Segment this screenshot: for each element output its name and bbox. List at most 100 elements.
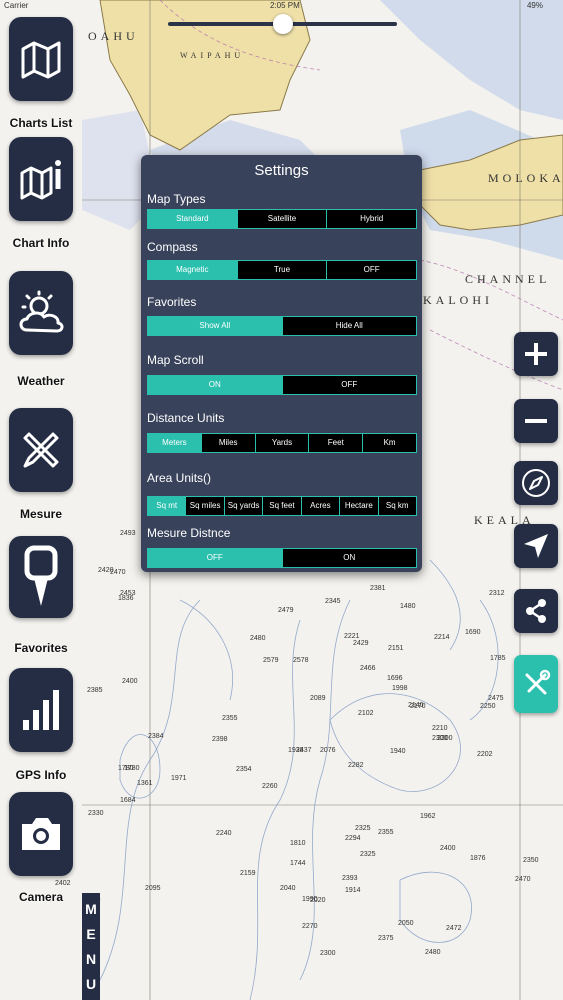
depth-sounding: 2493 <box>120 530 136 537</box>
segment-option[interactable]: ON <box>281 549 417 567</box>
depth-sounding: 1690 <box>465 629 481 636</box>
segmented-control: Sq mt Sq miles Sq yards Sq feet Acres Hectare… <box>147 496 417 516</box>
depth-sounding: 2393 <box>342 875 358 882</box>
menu-letter: E <box>86 926 96 943</box>
compass-button[interactable] <box>514 461 558 505</box>
segment-option[interactable]: Sq yards <box>223 497 262 515</box>
depth-sounding: 2480 <box>425 949 441 956</box>
depth-sounding: 2579 <box>263 657 279 664</box>
depth-sounding: 2350 <box>523 857 539 864</box>
depth-sounding: 2466 <box>360 665 376 672</box>
segment-option[interactable]: Km <box>362 434 416 452</box>
segment-option[interactable]: Yards <box>254 434 309 452</box>
depth-sounding: 2210 <box>432 725 448 732</box>
segment-option[interactable]: Sq feet <box>262 497 300 515</box>
depth-sounding: 2345 <box>325 598 341 605</box>
depth-sounding: 2202 <box>477 751 493 758</box>
segment-option[interactable]: Miles <box>200 434 255 452</box>
segment-option[interactable]: ON <box>148 376 282 394</box>
zoom-out-icon <box>525 419 547 423</box>
segment-option[interactable]: Feet <box>308 434 362 452</box>
segment-option[interactable]: Magnetic <box>148 261 237 279</box>
favorites-tile[interactable] <box>9 536 73 618</box>
depth-sounding: 2479 <box>278 607 294 614</box>
depth-sounding: 2140 <box>408 702 424 709</box>
depth-sounding: 2398 <box>212 736 228 743</box>
zoom-out-button[interactable] <box>514 399 558 443</box>
locate-button[interactable] <box>514 524 558 568</box>
depth-sounding: 2400 <box>122 678 138 685</box>
depth-sounding: 2475 <box>488 695 504 702</box>
depth-sounding: 2420 <box>98 567 114 574</box>
segment-option[interactable]: Show All <box>148 317 282 335</box>
depth-sounding: 1971 <box>171 775 187 782</box>
depth-sounding: 2325 <box>360 851 376 858</box>
depth-sounding: 2355 <box>222 715 238 722</box>
depth-sounding: 1998 <box>392 685 408 692</box>
sidebar-item-label: Favorites <box>14 641 68 655</box>
chart-info-tile[interactable] <box>9 137 73 221</box>
depth-sounding: 1785 <box>490 655 506 662</box>
gps-info-tile[interactable] <box>9 668 73 752</box>
segment-option[interactable]: OFF <box>326 261 416 279</box>
segment-option[interactable]: True <box>236 261 327 279</box>
segmented-control: Meters Miles Yards Feet Km <box>147 433 417 453</box>
segment-option[interactable]: Sq miles <box>185 497 223 515</box>
segment-option[interactable]: Hybrid <box>326 210 416 228</box>
compass-icon <box>522 469 550 497</box>
tools-settings-button[interactable] <box>514 655 558 713</box>
segment-option[interactable]: Sq mt <box>148 497 186 515</box>
depth-sounding: 2385 <box>87 687 103 694</box>
depth-sounding: 2325 <box>355 825 371 832</box>
depth-sounding: 2250 <box>480 703 496 710</box>
depth-sounding: 2300 <box>320 950 336 957</box>
signal-bars-icon <box>23 690 59 730</box>
segment-option[interactable]: OFF <box>148 549 282 567</box>
depth-sounding: 2472 <box>446 925 462 932</box>
segmented-control: Standard Satellite Hybrid <box>147 209 417 229</box>
depth-sounding: 1810 <box>290 840 306 847</box>
segment-option[interactable]: Sq km <box>377 497 416 515</box>
segmented-control: Show All Hide All <box>147 316 417 336</box>
place-label: WAIPAHU <box>180 51 244 60</box>
depth-sounding: 1940 <box>390 748 406 755</box>
depth-sounding: 2089 <box>310 695 326 702</box>
depth-sounding: 1780 <box>124 765 140 772</box>
transparency-slider[interactable] <box>168 14 397 34</box>
share-button[interactable] <box>514 589 558 633</box>
menu-toggle-tab[interactable]: M E N U <box>82 893 100 1000</box>
weather-tile[interactable] <box>9 271 73 355</box>
depth-sounding: 2453 <box>120 590 136 597</box>
segment-option[interactable]: Meters <box>148 434 201 452</box>
settings-section-label: Map Types <box>147 192 206 206</box>
zoom-in-button[interactable] <box>514 332 558 376</box>
settings-section-label: Map Scroll <box>147 353 204 367</box>
depth-sounding: 1480 <box>400 603 416 610</box>
depth-sounding: 2312 <box>489 590 505 597</box>
sidebar-item-label: Camera <box>18 890 64 904</box>
map-info-icon <box>20 160 61 200</box>
share-icon <box>526 599 546 623</box>
camera-tile[interactable] <box>9 792 73 876</box>
depth-sounding: 2375 <box>378 935 394 942</box>
depth-sounding: 2437 <box>296 747 312 754</box>
charts-list-tile[interactable] <box>9 17 73 101</box>
depth-sounding: 2400 <box>440 845 456 852</box>
depth-sounding: 2260 <box>262 783 278 790</box>
place-label: MOLOKAI <box>488 171 563 185</box>
mesure-tile[interactable] <box>9 408 73 492</box>
left-sidebar: Charts List Chart Info Weather Mesure Fa… <box>0 0 82 1000</box>
segment-option[interactable]: Satellite <box>236 210 327 228</box>
depth-sounding: 2240 <box>216 830 232 837</box>
segment-option[interactable]: OFF <box>281 376 417 394</box>
depth-sounding: 1696 <box>387 675 403 682</box>
depth-sounding: 2050 <box>398 920 414 927</box>
segment-option[interactable]: Hide All <box>281 317 417 335</box>
tools-icon <box>525 669 551 695</box>
settings-section-label: Area Units() <box>147 471 212 485</box>
slider-thumb[interactable] <box>273 14 293 34</box>
segment-option[interactable]: Standard <box>148 210 237 228</box>
segment-option[interactable]: Acres <box>300 497 339 515</box>
segment-option[interactable]: Hectare <box>339 497 377 515</box>
depth-sounding: 2076 <box>320 747 336 754</box>
